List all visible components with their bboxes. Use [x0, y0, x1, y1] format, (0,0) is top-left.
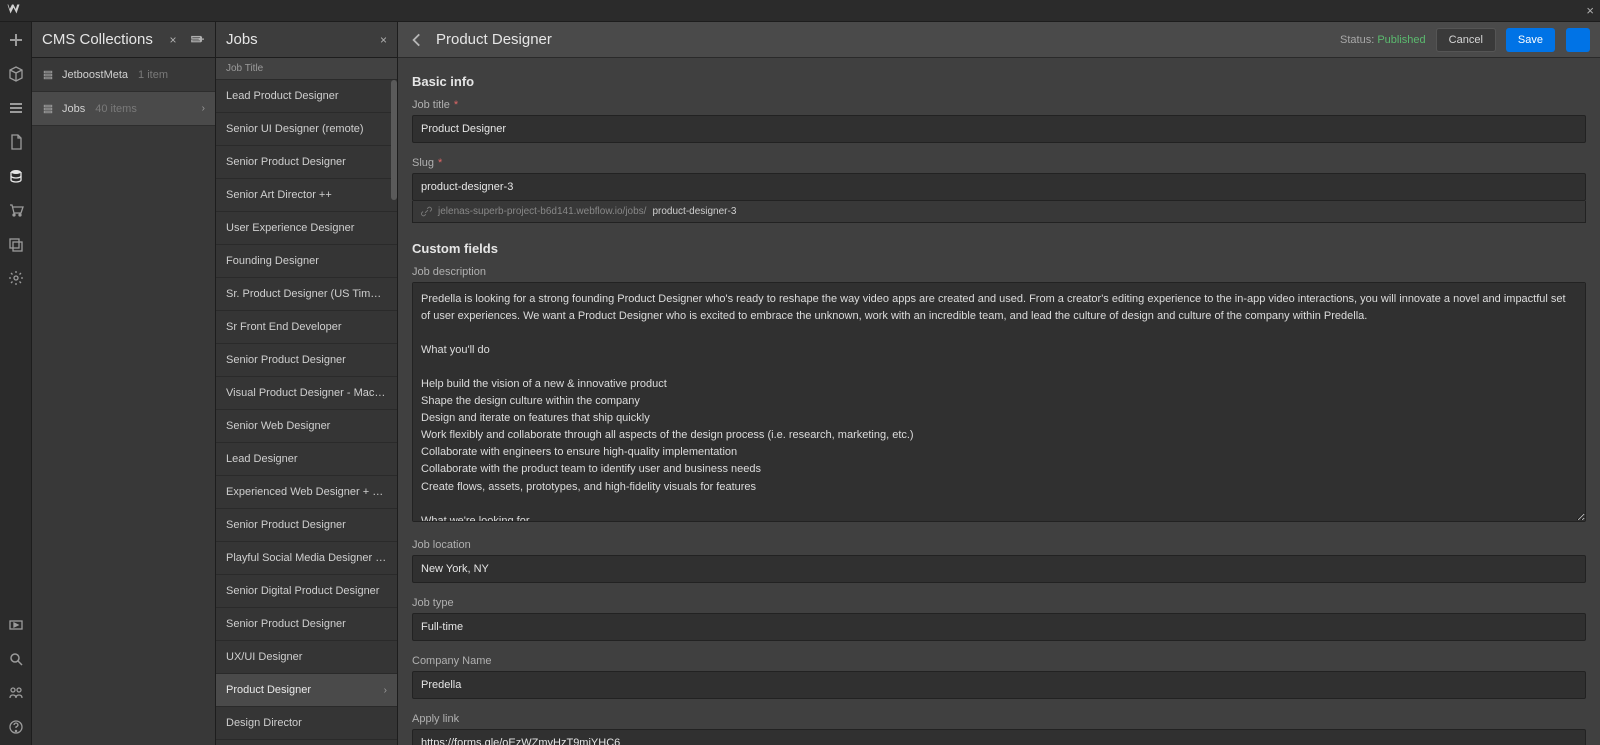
- field-job-location: Job location: [412, 539, 1586, 583]
- job-title-input[interactable]: [412, 115, 1586, 143]
- collections-title: CMS Collections: [42, 31, 157, 48]
- item-row[interactable]: Sr. Product Designer (US Time Zo...: [216, 278, 397, 311]
- item-row[interactable]: Senior UI Designer (remote): [216, 113, 397, 146]
- cancel-button[interactable]: Cancel: [1436, 28, 1496, 52]
- editor-body: Basic info Job title* Slug* jelenas-supe…: [398, 58, 1600, 745]
- items-header: Jobs ×: [216, 22, 397, 58]
- settings-gear-icon[interactable]: [6, 268, 26, 288]
- field-job-type: Job type: [412, 597, 1586, 641]
- apply-link-input[interactable]: [412, 729, 1586, 745]
- back-icon[interactable]: [408, 31, 426, 49]
- collections-header: CMS Collections ×: [32, 22, 215, 58]
- help-icon[interactable]: [6, 717, 26, 737]
- new-collection-icon[interactable]: [189, 32, 205, 48]
- status-value: Published: [1377, 34, 1425, 46]
- search-icon[interactable]: [6, 649, 26, 669]
- item-row[interactable]: Product Designer›: [216, 674, 397, 707]
- close-collections-icon[interactable]: ×: [165, 32, 181, 48]
- main-area: CMS Collections × JetboostMeta1 itemJobs…: [0, 22, 1600, 745]
- item-row[interactable]: Founding Designer: [216, 245, 397, 278]
- job-type-input[interactable]: [412, 613, 1586, 641]
- items-column-header: Job Title: [216, 58, 397, 80]
- items-scrollbar[interactable]: [391, 80, 397, 745]
- editor-title: Product Designer: [436, 31, 1330, 48]
- pages-icon[interactable]: [6, 132, 26, 152]
- field-company-name: Company Name: [412, 655, 1586, 699]
- left-tool-rail: [0, 22, 32, 745]
- item-row[interactable]: Senior Art Director ++: [216, 179, 397, 212]
- webflow-logo-icon: [6, 0, 24, 21]
- add-icon[interactable]: [6, 30, 26, 50]
- collections-panel: CMS Collections × JetboostMeta1 itemJobs…: [32, 22, 216, 745]
- item-row[interactable]: Playful Social Media Designer / Ma...: [216, 542, 397, 575]
- item-row[interactable]: User Experience Designer: [216, 212, 397, 245]
- assets-icon[interactable]: [6, 234, 26, 254]
- field-job-description: Job description: [412, 266, 1586, 525]
- cube-icon[interactable]: [6, 64, 26, 84]
- job-location-input[interactable]: [412, 555, 1586, 583]
- company-name-input[interactable]: [412, 671, 1586, 699]
- items-panel: Jobs × Job Title Lead Product DesignerSe…: [216, 22, 398, 745]
- item-row[interactable]: Senior Product Designer: [216, 608, 397, 641]
- editor-panel: Product Designer Status: Published Cance…: [398, 22, 1600, 745]
- ecommerce-icon[interactable]: [6, 200, 26, 220]
- editor-header: Product Designer Status: Published Cance…: [398, 22, 1600, 58]
- section-basic-info: Basic info: [412, 74, 1586, 89]
- job-description-input[interactable]: [412, 282, 1586, 522]
- video-icon[interactable]: [6, 615, 26, 635]
- slug-input[interactable]: [412, 173, 1586, 201]
- status-label: Status: Published: [1340, 34, 1426, 46]
- collection-item[interactable]: JetboostMeta1 item: [32, 58, 215, 92]
- field-slug: Slug* jelenas-superb-project-b6d141.webf…: [412, 157, 1586, 223]
- item-row[interactable]: Senior Product Designer: [216, 146, 397, 179]
- collection-item[interactable]: Jobs40 items›: [32, 92, 215, 126]
- item-row[interactable]: Senior Product Designer: [216, 509, 397, 542]
- save-button[interactable]: Save: [1506, 28, 1555, 52]
- item-row[interactable]: UX/UI Designer: [216, 641, 397, 674]
- item-row[interactable]: Lead Product Designer: [216, 80, 397, 113]
- field-apply-link: Apply link: [412, 713, 1586, 745]
- item-row[interactable]: Sr Front End Developer: [216, 311, 397, 344]
- audit-icon[interactable]: [6, 683, 26, 703]
- close-window-icon[interactable]: ×: [1586, 3, 1594, 18]
- item-row[interactable]: Experienced Web Designer + Fron...: [216, 476, 397, 509]
- item-row[interactable]: Senior Product Designer: [216, 344, 397, 377]
- items-list: Lead Product DesignerSenior UI Designer …: [216, 80, 397, 745]
- navigator-icon[interactable]: [6, 98, 26, 118]
- titlebar: ×: [0, 0, 1600, 22]
- cms-icon[interactable]: [6, 166, 26, 186]
- item-row[interactable]: Design Director: [216, 707, 397, 740]
- link-icon: [421, 206, 432, 217]
- section-custom-fields: Custom fields: [412, 241, 1586, 256]
- item-row[interactable]: Senior Web Designer: [216, 410, 397, 443]
- save-dropdown-button[interactable]: [1566, 28, 1590, 52]
- item-row[interactable]: Visual Product Designer - Mac/iOS...: [216, 377, 397, 410]
- items-title: Jobs: [226, 31, 380, 48]
- item-row[interactable]: Lead Designer: [216, 443, 397, 476]
- field-job-title: Job title*: [412, 99, 1586, 143]
- close-items-icon[interactable]: ×: [380, 33, 387, 47]
- slug-url-preview: jelenas-superb-project-b6d141.webflow.io…: [412, 201, 1586, 223]
- item-row[interactable]: Senior Digital Product Designer: [216, 575, 397, 608]
